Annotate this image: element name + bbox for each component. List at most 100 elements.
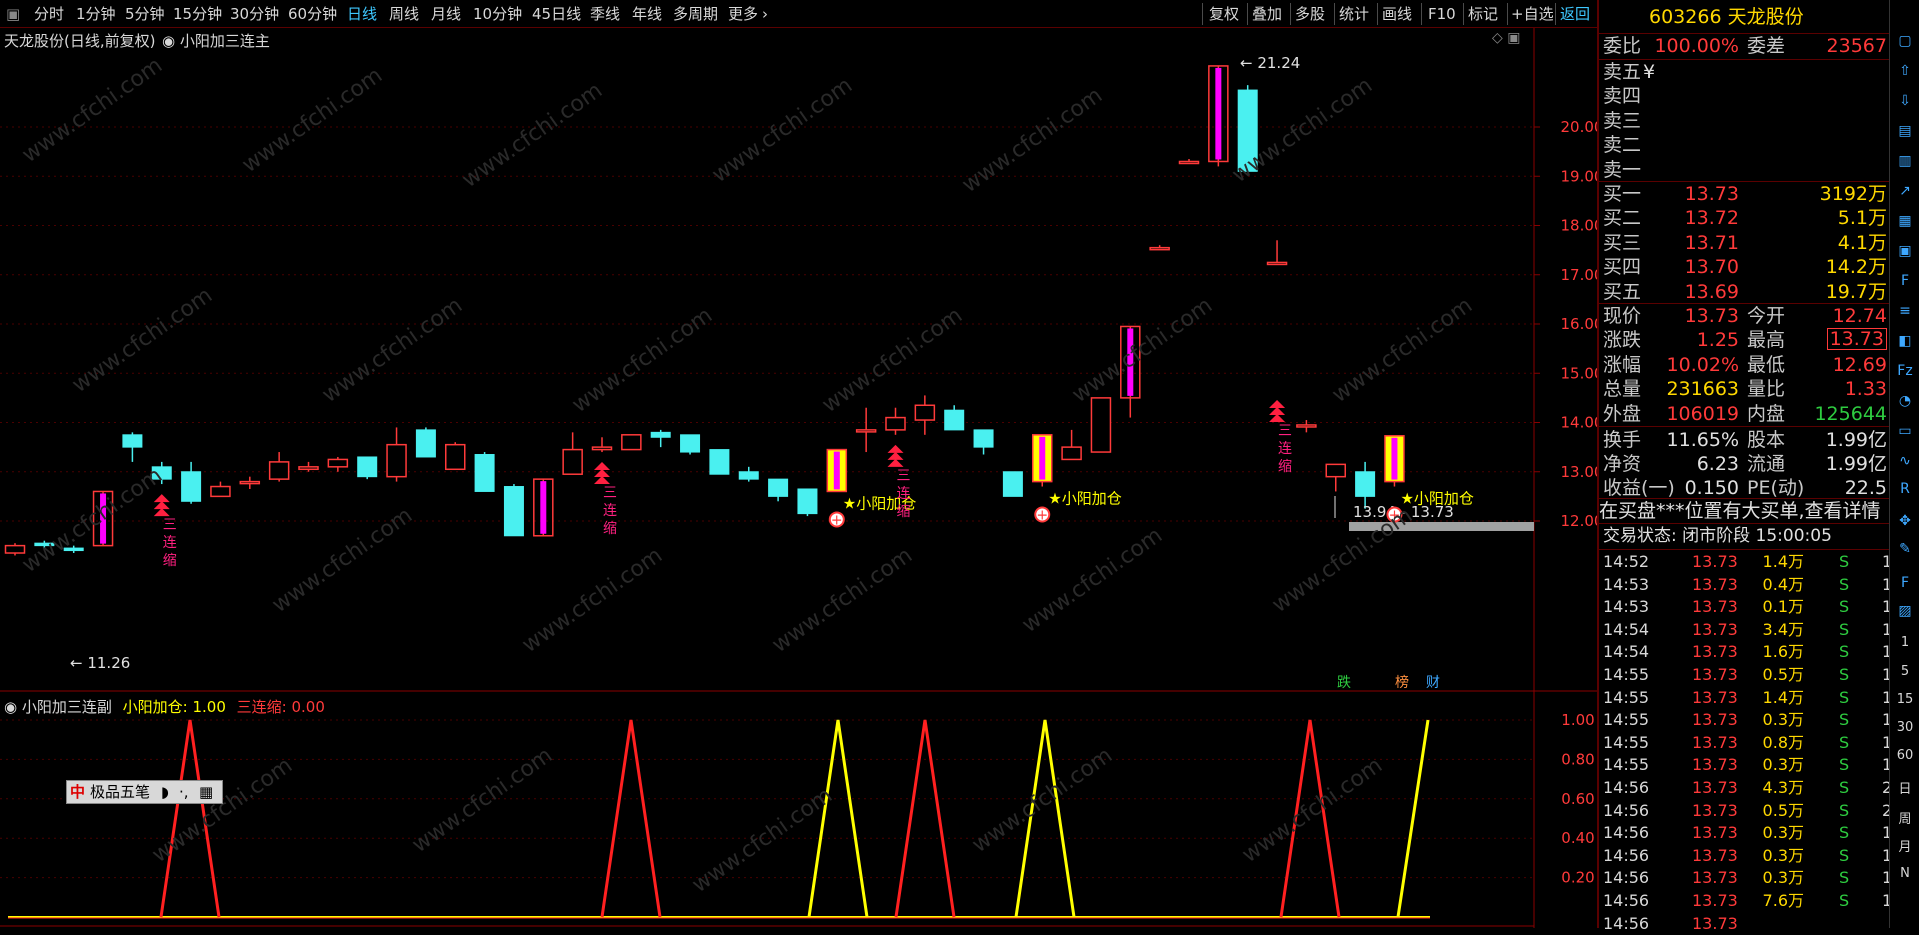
buy-level-volume: 19.7万	[1825, 280, 1887, 303]
image-icon[interactable]: ▨	[1894, 600, 1916, 622]
tick-side: S	[1839, 845, 1850, 865]
buy-level-row: 买一 13.73 3192万	[1599, 182, 1889, 206]
period-shortcut[interactable]: 周	[1890, 808, 1919, 827]
ime-toolbar[interactable]: 中 极品五笔 ◗ ·, ▦	[66, 780, 223, 804]
menu-icon[interactable]: ▣	[6, 0, 20, 28]
big-order-notice[interactable]: 在买盘***位置有大买单,查看详情	[1599, 499, 1889, 523]
tile-icon[interactable]: ▢	[1894, 30, 1916, 52]
period-30min[interactable]: 30分钟	[230, 0, 279, 28]
period-weekly[interactable]: 周线	[389, 0, 419, 28]
period-shortcut[interactable]: 日	[1890, 778, 1919, 797]
macd-icon[interactable]: ∿	[1894, 450, 1916, 472]
tick-side: S	[1839, 552, 1850, 571]
chart-pie-icon[interactable]: ◔	[1894, 390, 1916, 412]
mark-button[interactable]: 标记	[1468, 0, 1498, 28]
tick-price: 13.73	[1692, 891, 1738, 910]
buy-signal-label: ★小阳加仓	[1048, 490, 1121, 508]
period-fenshi[interactable]: 分时	[34, 0, 64, 28]
multi-stock-button[interactable]: 多股	[1295, 0, 1325, 28]
stat2-value: 11.65%	[1666, 429, 1739, 451]
move-icon[interactable]: ✥	[1894, 510, 1916, 532]
right-icon-bar: ▢ ⇧ ⇩ ▤ ▥ ↗ ▦ ▣ F ≡ ◧ Fz ◔ ▭ ∿ R ✥ ✎ F ▨ 1 5 15 30 60 日周月 N	[1889, 0, 1919, 928]
period-1min[interactable]: 1分钟	[76, 0, 116, 28]
period-monthly[interactable]: 月线	[431, 0, 461, 28]
add-watchlist-button[interactable]: +自选	[1511, 0, 1554, 28]
tick-price: 13.73	[1692, 845, 1738, 865]
ime-punct-icon[interactable]: ·,	[179, 781, 189, 803]
buy-signal-plus: +	[831, 512, 843, 528]
draw-line-button[interactable]: 画线	[1382, 0, 1412, 28]
period-multi[interactable]: 多周期	[673, 0, 718, 28]
period-5min[interactable]: 5分钟	[125, 0, 165, 28]
f10-button[interactable]: F10	[1428, 0, 1456, 28]
candle-signal-core	[1039, 436, 1046, 480]
kline-chart-area[interactable]: 天龙股份(日线,前复权) ◉ 小阳加三连主 ◇ ▣ 20.0019.0018.0…	[0, 28, 1597, 928]
period-15min[interactable]: 15分钟	[173, 0, 222, 28]
sell-level-label: 卖二	[1603, 134, 1642, 157]
table-icon[interactable]: ▥	[1894, 150, 1916, 172]
shrink-signal-label: 三	[603, 485, 617, 501]
f10-icon[interactable]: F	[1894, 270, 1916, 292]
stat-label: 今开	[1747, 305, 1786, 327]
period-season[interactable]: 季线	[590, 0, 620, 28]
fz-icon[interactable]: Fz	[1894, 360, 1916, 382]
candle-up	[268, 461, 290, 480]
pen-icon[interactable]: ✎	[1894, 538, 1916, 560]
chevron-right-icon[interactable]: ›	[762, 0, 768, 28]
period-shortcut[interactable]: N	[1890, 866, 1919, 881]
period-shortcut[interactable]: 5	[1890, 664, 1919, 679]
sub-peak-line	[600, 719, 662, 918]
period-shortcut[interactable]: 1	[1890, 635, 1919, 650]
candle-limit-fill	[100, 493, 107, 544]
tick-row: 14:55 13.73 0.3万 S 1	[1599, 709, 1892, 732]
grid-icon[interactable]: ▦	[1894, 210, 1916, 232]
fuquan-button[interactable]: 复权	[1209, 0, 1239, 28]
sub-indicator-icon[interactable]: ◉	[4, 698, 22, 716]
doc-icon[interactable]: ≡	[1894, 300, 1916, 322]
list-icon[interactable]: ▤	[1894, 120, 1916, 142]
ime-keyboard-icon[interactable]: ▦	[199, 781, 213, 803]
tick-row: 14:54 13.73 1.6万 S 1	[1599, 641, 1892, 664]
period-more[interactable]: 更多	[728, 0, 758, 28]
ime-moon-icon[interactable]: ◗	[161, 781, 169, 803]
panel-icon[interactable]: ▣	[1894, 240, 1916, 262]
tick-price: 13.73	[1692, 597, 1738, 617]
candle-down	[973, 429, 994, 448]
tick-side: S	[1839, 732, 1850, 752]
rsi-icon[interactable]: R	[1894, 478, 1916, 500]
down-arrow-icon[interactable]: ⇩	[1894, 90, 1916, 112]
tick-list[interactable]: 14:52 13.73 1.4万 S 1 14:53 13.73 0.4万 S 1 14:53 13.…	[1599, 551, 1892, 933]
period-shortcut[interactable]: 月	[1890, 836, 1919, 855]
period-60min[interactable]: 60分钟	[288, 0, 337, 28]
period-shortcut[interactable]: 15	[1890, 692, 1919, 707]
window-icon[interactable]: ▭	[1894, 420, 1916, 442]
tick-time: 14:54	[1603, 642, 1650, 662]
stat2-value: 1.99亿	[1825, 429, 1887, 451]
up-arrow-icon[interactable]: ⇧	[1894, 60, 1916, 82]
period-45day[interactable]: 45日线	[532, 0, 581, 28]
tick-price: 13.73	[1692, 619, 1738, 639]
trade-status: 交易状态: 闭市阶段 15:00:05	[1603, 526, 1832, 546]
tick-side: S	[1839, 891, 1850, 910]
period-shortcut[interactable]: 60	[1890, 748, 1919, 763]
tick-row: 14:54 13.73 3.4万 S 1	[1599, 619, 1892, 642]
shrink-signal-label: 缩	[163, 553, 177, 569]
statistics-button[interactable]: 统计	[1339, 0, 1369, 28]
candle-down	[944, 409, 965, 431]
buy-level-label: 买三	[1603, 231, 1642, 254]
stat2-value: 1.99亿	[1825, 453, 1887, 475]
stat2-label: 流通	[1747, 453, 1786, 475]
fs-icon[interactable]: F	[1894, 572, 1916, 594]
back-button[interactable]: 返回	[1560, 0, 1590, 28]
period-shortcut[interactable]: 30	[1890, 720, 1919, 735]
split-icon[interactable]: ◧	[1894, 330, 1916, 352]
sell-level-label: 卖五	[1603, 61, 1642, 83]
period-10min[interactable]: 10分钟	[473, 0, 522, 28]
candle-down	[151, 466, 172, 480]
trend-icon[interactable]: ↗	[1894, 180, 1916, 202]
period-year[interactable]: 年线	[632, 0, 662, 28]
overlay-button[interactable]: 叠加	[1252, 0, 1282, 28]
period-daily[interactable]: 日线	[347, 0, 377, 28]
sub-tick-label: 0.20	[1561, 869, 1594, 887]
shrink-signal-label: 三	[897, 468, 911, 484]
